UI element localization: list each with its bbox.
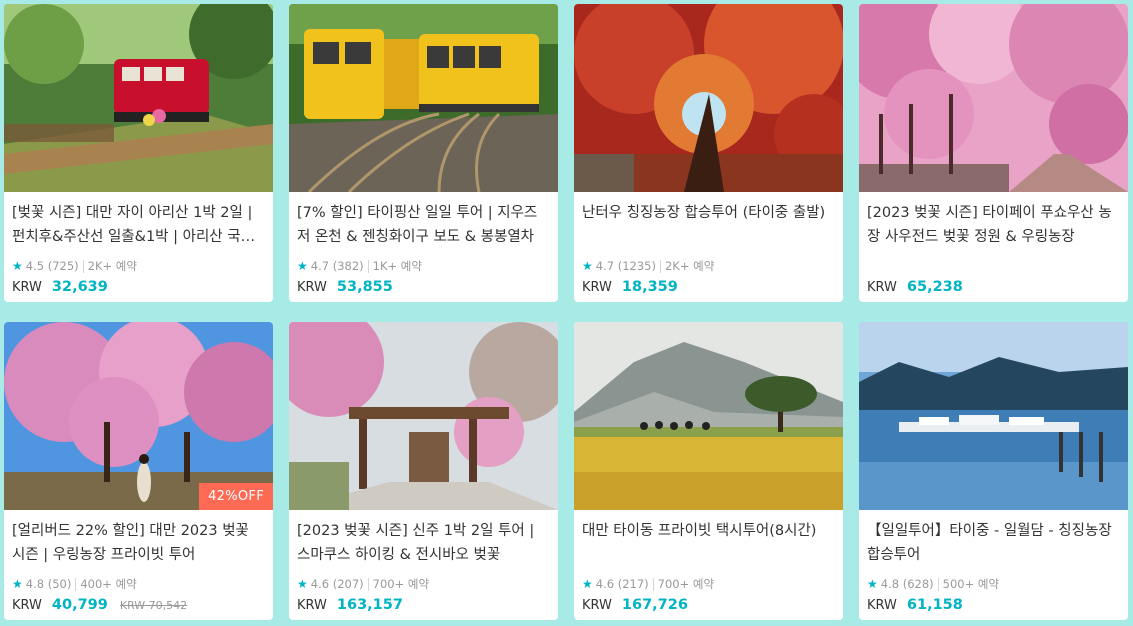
divider <box>367 577 369 591</box>
price-row: KRW 61,158 <box>867 597 963 613</box>
star-icon: ★ <box>297 577 308 591</box>
tour-meta: ★ 4.7 (382) 1K+ 예약 <box>297 258 422 274</box>
divider <box>82 259 84 273</box>
rating-value: 4.7 <box>310 259 330 273</box>
price-value: 32,639 <box>51 279 108 295</box>
rating-value: 4.8 <box>880 577 900 591</box>
star-icon: ★ <box>867 577 878 591</box>
rating-value: 4.7 <box>595 259 615 273</box>
review-count: (725) <box>47 259 79 273</box>
price-row: KRW 167,726 <box>582 597 688 613</box>
price-value: 53,855 <box>336 279 393 295</box>
tour-title[interactable]: [2023 벚꽃 시즌] 타이페이 푸쇼우산 농장 사우전드 벚꽃 정원 & 우… <box>867 201 1120 249</box>
divider <box>652 577 654 591</box>
tour-meta: ★ 4.5 (725) 2K+ 예약 <box>12 258 137 274</box>
currency-label: KRW <box>297 598 327 613</box>
tour-meta: ★ 4.6 (217) 700+ 예약 <box>582 576 714 592</box>
tour-card[interactable]: 【일일투어】타이중 - 일월담 - 칭징농장 합승투어 ★ 4.8 (628) … <box>859 322 1128 620</box>
rating-value: 4.6 <box>310 577 330 591</box>
tour-meta: ★ 4.6 (207) 700+ 예약 <box>297 576 429 592</box>
price-value: 163,157 <box>336 597 403 613</box>
price-row: KRW 53,855 <box>297 279 393 295</box>
price-value: 65,238 <box>906 279 963 295</box>
tour-card[interactable]: 난터우 칭징농장 합승투어 (타이중 출발) ★ 4.7 (1235) 2K+ … <box>574 4 843 302</box>
discount-badge: 42%OFF <box>199 483 273 510</box>
tour-card[interactable]: [2023 벚꽃 시즌] 신주 1박 2일 투어 | 스마쿠스 하이킹 & 전시… <box>289 322 558 620</box>
divider <box>367 259 369 273</box>
tour-title[interactable]: [얼리버드 22% 할인] 대만 2023 벚꽃 시즌 | 우링농장 프라이빗 … <box>12 519 265 567</box>
original-price: KRW 70,542 <box>119 599 188 612</box>
currency-label: KRW <box>867 598 897 613</box>
currency-label: KRW <box>297 280 327 295</box>
booked-count: 1K+ 예약 <box>372 259 422 273</box>
price-row: KRW 65,238 <box>867 279 963 295</box>
currency-label: KRW <box>867 280 897 295</box>
tour-meta: ★ 4.7 (1235) 2K+ 예약 <box>582 258 714 274</box>
price-value: 18,359 <box>621 279 678 295</box>
tour-title[interactable]: 난터우 칭징농장 합승투어 (타이중 출발) <box>582 201 835 249</box>
tour-image <box>859 4 1128 192</box>
tour-title[interactable]: [2023 벚꽃 시즌] 신주 1박 2일 투어 | 스마쿠스 하이킹 & 전시… <box>297 519 550 567</box>
tour-card[interactable]: 대만 타이동 프라이빗 택시투어(8시간) ★ 4.6 (217) 700+ 예… <box>574 322 843 620</box>
tour-meta: ★ 4.8 (50) 400+ 예약 <box>12 576 137 592</box>
booked-count: 500+ 예약 <box>942 577 1000 591</box>
price-value: 40,799 <box>51 597 108 613</box>
booked-count: 400+ 예약 <box>80 577 137 591</box>
rating-value: 4.6 <box>595 577 615 591</box>
currency-label: KRW <box>12 598 42 613</box>
price-row: KRW 163,157 <box>297 597 403 613</box>
tour-title[interactable]: [7% 할인] 타이핑산 일일 투어 | 지우즈저 온천 & 젠칭화이구 보도 … <box>297 201 550 249</box>
divider <box>659 259 661 273</box>
tour-title[interactable]: [벚꽃 시즌] 대만 자이 아리산 1박 2일 | 펀치후&주산선 일출&1박 … <box>12 201 265 249</box>
price-row: KRW 18,359 <box>582 279 678 295</box>
tour-card[interactable]: [2023 벚꽃 시즌] 타이페이 푸쇼우산 농장 사우전드 벚꽃 정원 & 우… <box>859 4 1128 302</box>
star-icon: ★ <box>12 577 23 591</box>
booked-count: 2K+ 예약 <box>87 259 137 273</box>
tour-card[interactable]: [7% 할인] 타이핑산 일일 투어 | 지우즈저 온천 & 젠칭화이구 보도 … <box>289 4 558 302</box>
review-count: (217) <box>617 577 649 591</box>
tour-image <box>4 4 273 192</box>
tour-image <box>289 322 558 510</box>
review-count: (50) <box>47 577 72 591</box>
price-row: KRW 40,799 KRW 70,542 <box>12 597 187 613</box>
review-count: (207) <box>332 577 364 591</box>
review-count: (628) <box>902 577 934 591</box>
rating-value: 4.5 <box>25 259 45 273</box>
tour-meta: ★ 4.8 (628) 500+ 예약 <box>867 576 999 592</box>
star-icon: ★ <box>12 259 23 273</box>
tour-image <box>574 322 843 510</box>
currency-label: KRW <box>12 280 42 295</box>
tour-image <box>574 4 843 192</box>
booked-count: 700+ 예약 <box>372 577 430 591</box>
review-count: (1235) <box>617 259 656 273</box>
review-count: (382) <box>332 259 364 273</box>
price-row: KRW 32,639 <box>12 279 108 295</box>
currency-label: KRW <box>582 598 612 613</box>
tour-card[interactable]: [벚꽃 시즌] 대만 자이 아리산 1박 2일 | 펀치후&주산선 일출&1박 … <box>4 4 273 302</box>
star-icon: ★ <box>297 259 308 273</box>
rating-value: 4.8 <box>25 577 45 591</box>
price-value: 167,726 <box>621 597 688 613</box>
divider <box>75 577 77 591</box>
tour-card[interactable]: 42%OFF [얼리버드 22% 할인] 대만 2023 벚꽃 시즌 | 우링농… <box>4 322 273 620</box>
tour-title[interactable]: 【일일투어】타이중 - 일월담 - 칭징농장 합승투어 <box>867 519 1120 567</box>
divider <box>937 577 939 591</box>
tour-image <box>289 4 558 192</box>
star-icon: ★ <box>582 259 593 273</box>
currency-label: KRW <box>582 280 612 295</box>
booked-count: 2K+ 예약 <box>664 259 715 273</box>
price-value: 61,158 <box>906 597 963 613</box>
tour-image <box>859 322 1128 510</box>
booked-count: 700+ 예약 <box>657 577 715 591</box>
tour-image: 42%OFF <box>4 322 273 510</box>
star-icon: ★ <box>582 577 593 591</box>
tour-title[interactable]: 대만 타이동 프라이빗 택시투어(8시간) <box>582 519 835 567</box>
